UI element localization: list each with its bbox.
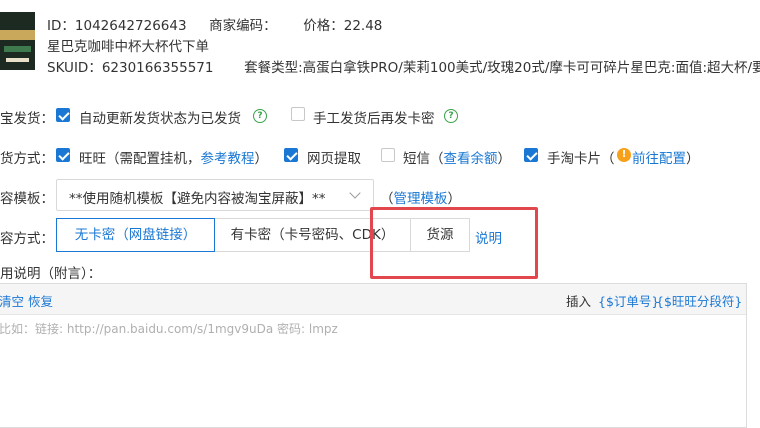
go-configure-link[interactable]: 前往配置 (632, 151, 686, 167)
package-value: 高蛋白拿铁PRO/茉莉100美式/玫瑰20式/摩卡可可碎片星巴克:面值:超大杯/… (302, 60, 760, 76)
ship-method-label: 货方式： (0, 151, 54, 167)
taobao-card-option: 手淘卡片（ (547, 147, 615, 167)
price-label: 价格： (303, 18, 344, 34)
taobao-card-checkbox[interactable] (524, 148, 538, 162)
sms-option: 短信（查看余额） (403, 147, 511, 167)
auto-update-text: 自动更新发货状态为已发货 (79, 111, 241, 127)
manage-template-wrap: （管理模板） (380, 187, 461, 207)
template-selected-value: **使用随机模板【避免内容被淘宝屏蔽】** (69, 191, 326, 207)
restore-button[interactable]: 恢复 (28, 291, 53, 310)
editor-toolbar: 清空 恢复 插入 {$订单号} {$旺旺分段符} (0, 284, 746, 315)
price-value: 22.48 (343, 18, 383, 34)
clear-button[interactable]: 清空 (0, 291, 24, 310)
taobao-card-text: 手淘卡片（ (547, 151, 615, 167)
product-meta-line: ID：1042642726643 商家编码： 价格：22.48 (47, 14, 382, 34)
insert-wangwang-separator[interactable]: {$旺旺分段符} (656, 291, 742, 310)
template-label: 容模板： (0, 191, 54, 207)
product-id: 1042642726643 (74, 18, 187, 34)
reference-tutorial-link[interactable]: 参考教程 (201, 151, 255, 167)
usage-placeholder: 比如：链接: http://pan.baidu.com/s/1mgv9uDa 密… (0, 322, 338, 336)
manage-open: （ (380, 191, 394, 207)
auto-update-checkbox[interactable] (56, 108, 70, 122)
sms-close: ） (497, 151, 512, 167)
manual-ship-text: 手工发货后再发卡密 (313, 111, 435, 127)
wangwang-text: 旺旺（需配置挂机， (79, 151, 201, 167)
skuid-label: SKUID： (47, 60, 102, 76)
manage-template-link[interactable]: 管理模板 (394, 191, 448, 207)
web-extract-checkbox[interactable] (284, 148, 298, 162)
skuid-value: 6230166355571 (101, 60, 214, 76)
help-icon[interactable]: ? (444, 109, 458, 123)
insert-order-number[interactable]: {$订单号} (598, 291, 659, 310)
insert-label: 插入 (566, 294, 592, 309)
warning-icon: ! (617, 148, 631, 162)
manage-close: ） (447, 191, 462, 207)
sms-text: 短信（ (403, 151, 444, 167)
tab-no-card-secret[interactable]: 无卡密（网盘链接） (56, 218, 215, 252)
help-icon[interactable]: ? (253, 109, 267, 123)
manual-ship-checkbox[interactable] (291, 107, 305, 121)
usage-label: 用说明（附言）： (0, 266, 102, 282)
product-name: 星巴克咖啡中杯大杯代下单 (47, 39, 209, 55)
package-label: 套餐类型: (244, 60, 303, 76)
usage-editor[interactable]: 清空 恢复 插入 {$订单号} {$旺旺分段符} 比如：链接: http://p… (0, 283, 747, 428)
wangwang-checkbox[interactable] (56, 148, 70, 162)
content-method-label: 容方式： (0, 231, 54, 247)
template-select[interactable]: **使用随机模板【避免内容被淘宝屏蔽】** (56, 179, 374, 211)
product-id-label: ID： (47, 18, 75, 34)
auto-ship-label: 宝发货： (0, 111, 54, 127)
taobao-close: ） (686, 151, 700, 167)
check-balance-link[interactable]: 查看余额 (444, 151, 498, 167)
product-thumbnail (0, 12, 35, 70)
web-extract-text: 网页提取 (307, 151, 361, 167)
wangwang-close: ） (254, 151, 269, 167)
taobao-config-wrap: 前往配置） (632, 147, 700, 167)
highlight-box (370, 207, 538, 279)
product-sku-line: SKUID：6230166355571 套餐类型:高蛋白拿铁PRO/茉莉100美… (47, 56, 760, 76)
wangwang-option: 旺旺（需配置挂机，参考教程） (79, 147, 268, 167)
merchant-code-label: 商家编码： (209, 18, 277, 34)
sms-checkbox[interactable] (381, 148, 395, 162)
chevron-down-icon (349, 187, 361, 199)
